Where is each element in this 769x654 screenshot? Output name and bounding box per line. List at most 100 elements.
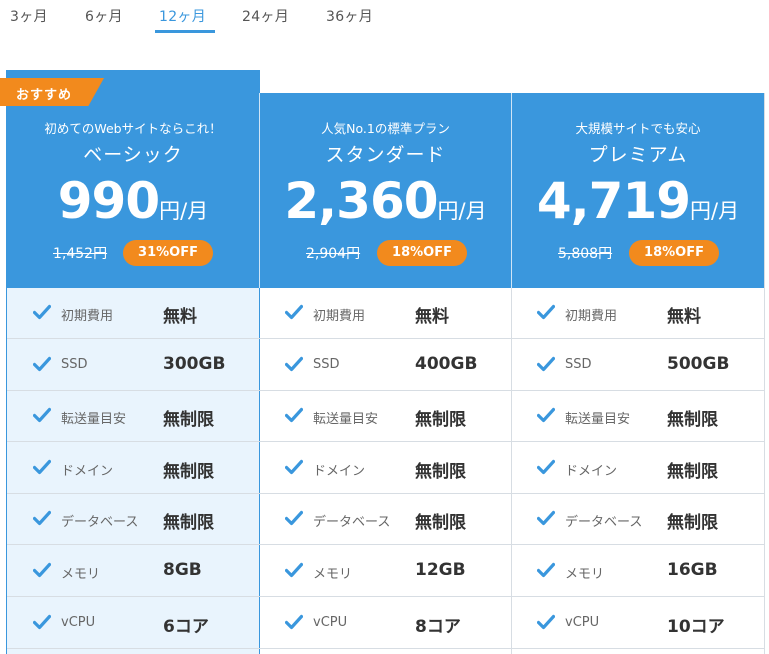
tab-12-months[interactable]: 12ヶ月: [159, 6, 206, 26]
feature-value: 10コア: [667, 616, 725, 637]
check-icon: [536, 356, 556, 372]
plan-subtitle: 大規模サイトでも安心: [575, 121, 701, 136]
feature-label: vCPU: [61, 614, 96, 630]
check-icon: [32, 510, 52, 526]
plan-card-standard[interactable]: 人気No.1の標準プラン スタンダード 2,360円/月 2,904円 18%O…: [259, 93, 512, 654]
feature-row: 初期費用 無料: [7, 288, 259, 339]
feature-row: vCPU 6コア: [7, 598, 259, 649]
discount-badge: 31%OFF: [123, 240, 213, 266]
feature-value: 無料: [667, 307, 701, 327]
feature-label: vCPU: [313, 614, 348, 630]
feature-list: 初期費用 無料 SSD 400GB 転送量目安 無制限 ドメイン 無制限 データベース 無制限 メモ…: [259, 288, 511, 654]
feature-label: データベース: [565, 515, 643, 531]
feature-label: 初期費用: [565, 309, 618, 324]
feature-row: メモリ 8GB: [7, 546, 259, 597]
feature-label: 初期費用: [313, 309, 366, 324]
feature-label: 転送量目安: [565, 412, 631, 428]
plan-name: プレミアム: [588, 144, 688, 166]
feature-row: メモリ 12GB: [259, 546, 511, 597]
original-price: 5,808円: [558, 246, 613, 262]
feature-label: 初期費用: [61, 309, 114, 324]
feature-row: SSD 500GB: [511, 340, 764, 391]
check-icon: [536, 562, 556, 578]
plan-header: 人気No.1の標準プラン スタンダード 2,360円/月 2,904円 18%O…: [259, 93, 511, 288]
feature-label: 転送量目安: [61, 412, 127, 428]
plan-name: スタンダード: [325, 144, 446, 166]
price-amount: 4,719: [536, 172, 691, 230]
feature-row: 転送量目安 無制限: [259, 391, 511, 443]
feature-row: 転送量目安 無制限: [7, 391, 259, 443]
price: 2,360円/月: [260, 172, 511, 230]
check-icon: [284, 356, 304, 372]
original-price: 2,904円: [306, 246, 361, 262]
discount-badge: 18%OFF: [377, 240, 467, 266]
feature-value: 8コア: [415, 616, 461, 637]
feature-list: 初期費用 無料 SSD 300GB 転送量目安 無制限 ドメイン 無制限 データベース 無制限 メモ…: [6, 288, 260, 654]
feature-row: SSD 400GB: [259, 340, 511, 391]
check-icon: [536, 510, 556, 526]
feature-value: 無制限: [163, 461, 214, 482]
feature-value: 500GB: [667, 353, 730, 374]
check-icon: [284, 304, 304, 320]
recommended-label: おすすめ: [16, 88, 73, 103]
feature-row: vCPU 10コア: [511, 598, 764, 649]
feature-value: 無制限: [415, 461, 466, 482]
check-icon: [32, 562, 52, 578]
plan-subtitle: 人気No.1の標準プラン: [321, 121, 450, 136]
plan-card-basic[interactable]: おすすめ 初めてのWebサイトならこれ！ ベーシック 990円/月 1,452円…: [0, 70, 260, 654]
feature-row: ドメイン 無制限: [259, 443, 511, 494]
plan-card-premium[interactable]: 大規模サイトでも安心 プレミアム 4,719円/月 5,808円 18%OFF …: [511, 93, 765, 654]
check-icon: [536, 459, 556, 475]
recommended-ribbon: おすすめ: [0, 78, 104, 106]
tab-3-months[interactable]: 3ヶ月: [10, 6, 48, 26]
feature-label: 転送量目安: [313, 412, 379, 428]
feature-list: 初期費用 無料 SSD 500GB 転送量目安 無制限 ドメイン 無制限 データベース 無制限 メモ…: [511, 288, 764, 654]
price-unit: 円/月: [437, 199, 487, 223]
check-icon: [284, 407, 304, 423]
feature-value: 300GB: [163, 353, 226, 374]
price-unit: 円/月: [690, 199, 740, 223]
price-unit: 円/月: [159, 199, 209, 223]
feature-value: 6コア: [163, 616, 209, 637]
check-icon: [284, 562, 304, 578]
feature-label: SSD: [565, 356, 592, 372]
feature-row: データベース 無制限: [511, 494, 764, 546]
tab-24-months[interactable]: 24ヶ月: [242, 6, 289, 26]
feature-row: vCPU 8コア: [259, 598, 511, 649]
feature-value: 16GB: [667, 560, 718, 580]
check-icon: [284, 614, 304, 630]
feature-row: 転送量目安 無制限: [511, 391, 764, 443]
check-icon: [536, 614, 556, 630]
feature-label: SSD: [313, 356, 340, 372]
price-amount: 990: [57, 172, 160, 230]
feature-value: 無制限: [667, 461, 718, 482]
price: 990円/月: [6, 172, 260, 230]
feature-value: 400GB: [415, 353, 478, 374]
price: 4,719円/月: [512, 172, 764, 230]
check-icon: [284, 510, 304, 526]
discount-badge: 18%OFF: [629, 240, 719, 266]
tab-6-months[interactable]: 6ヶ月: [85, 6, 123, 26]
tab-36-months[interactable]: 36ヶ月: [326, 6, 373, 26]
check-icon: [32, 459, 52, 475]
feature-value: 無制限: [163, 410, 214, 431]
feature-label: メモリ: [313, 567, 353, 582]
feature-value: 無制限: [415, 513, 466, 534]
check-icon: [284, 459, 304, 475]
feature-label: メモリ: [61, 567, 101, 582]
check-icon: [32, 407, 52, 423]
feature-value: 12GB: [415, 560, 466, 580]
plan-header: 大規模サイトでも安心 プレミアム 4,719円/月 5,808円 18%OFF: [511, 93, 764, 288]
feature-label: メモリ: [565, 567, 605, 582]
check-icon: [536, 407, 556, 423]
feature-label: ドメイン: [313, 463, 366, 479]
feature-row: メモリ 16GB: [511, 546, 764, 597]
feature-value: 無制限: [415, 410, 466, 431]
price-amount: 2,360: [284, 172, 438, 230]
feature-value: 無料: [415, 307, 449, 327]
feature-row: ドメイン 無制限: [511, 443, 764, 494]
feature-row: ドメイン 無制限: [7, 443, 259, 494]
original-price: 1,452円: [53, 246, 108, 262]
feature-value: 無制限: [163, 513, 214, 534]
feature-label: ドメイン: [565, 463, 618, 479]
